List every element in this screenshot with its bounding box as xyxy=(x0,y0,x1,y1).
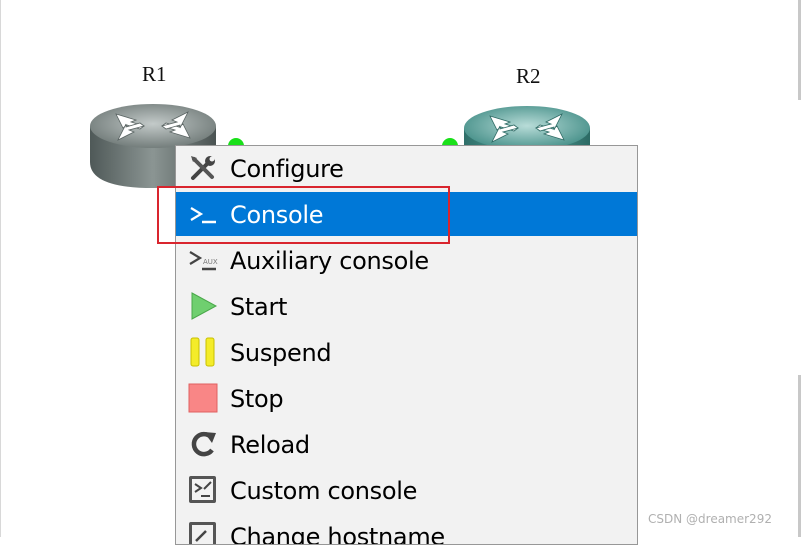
canvas-left-border xyxy=(0,0,1,537)
stop-icon xyxy=(188,383,218,413)
reload-icon xyxy=(191,431,216,457)
menu-item-reload[interactable]: Reload xyxy=(176,422,637,466)
menu-item-auxiliary-console[interactable]: AUX Auxiliary console xyxy=(176,238,637,282)
node-label-r1: R1 xyxy=(142,62,167,86)
watermark: CSDN @dreamer292 xyxy=(648,512,772,526)
custom-console-icon xyxy=(189,476,216,503)
svg-text:AUX: AUX xyxy=(203,258,218,266)
menu-item-start[interactable]: Start xyxy=(176,284,637,328)
menu-item-suspend[interactable]: Suspend xyxy=(176,330,637,374)
menu-item-label: Suspend xyxy=(230,339,332,367)
node-label-r2: R2 xyxy=(516,64,541,88)
menu-item-label: Stop xyxy=(230,385,284,413)
auxiliary-console-icon: AUX xyxy=(189,251,218,271)
menu-item-change-hostname[interactable]: Change hostname xyxy=(176,514,637,545)
menu-item-label: Reload xyxy=(230,431,310,459)
menu-item-label: Change hostname xyxy=(230,523,445,545)
pause-icon xyxy=(190,337,215,367)
menu-item-label: Configure xyxy=(230,155,344,183)
change-hostname-icon xyxy=(189,522,216,544)
menu-item-stop[interactable]: Stop xyxy=(176,376,637,420)
menu-item-label: Custom console xyxy=(230,477,418,505)
menu-item-configure[interactable]: Configure xyxy=(176,146,637,190)
menu-item-custom-console[interactable]: Custom console xyxy=(176,468,637,512)
wrench-screwdriver-icon xyxy=(191,156,215,180)
play-icon xyxy=(191,292,218,320)
menu-item-label: Auxiliary console xyxy=(230,247,429,275)
menu-item-label: Start xyxy=(230,293,288,321)
annotation-highlight-box xyxy=(157,186,450,244)
